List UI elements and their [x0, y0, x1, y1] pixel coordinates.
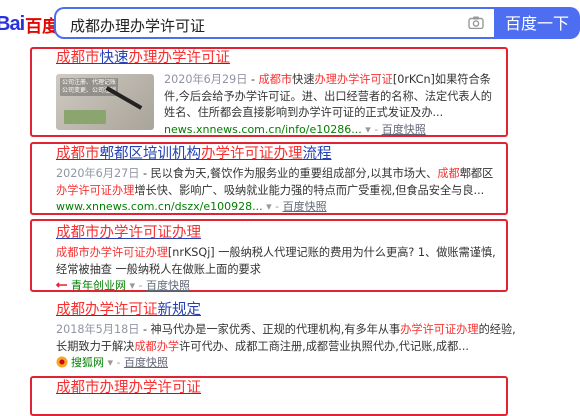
result-item: 成都市办理办学许可证: [56, 378, 502, 398]
logo-paw: Bai: [0, 12, 25, 35]
result-thumbnail[interactable]: 公司注册、代理记账 公司变更、公司注销: [56, 74, 154, 130]
result-title[interactable]: 成都市郫都区培训机构办学许可证办理流程: [56, 144, 502, 164]
search-button[interactable]: 百度一下: [494, 7, 580, 39]
result-item: 成都市郫都区培训机构办学许可证办理流程 2020年6月27日 - 民以食为天,餐…: [56, 144, 502, 215]
result-abstract-block: 2020年6月29日 - 成都市快速办理办学许可证[0rKCn]如果符合条件,今…: [164, 72, 498, 138]
result-source[interactable]: 搜狐网 ▾ - 百度快照: [56, 355, 526, 371]
snapshot-link[interactable]: 百度快照: [124, 356, 168, 369]
result-source[interactable]: 青年创业网 ▾ - 百度快照: [56, 278, 502, 294]
snapshot-link[interactable]: 百度快照: [146, 279, 190, 292]
header: Bai 百度 百度一下: [0, 0, 580, 46]
result-url[interactable]: news.xnnews.com.cn/info/e10286... ▾ - 百度…: [164, 122, 498, 138]
qingnian-logo-icon: [56, 282, 67, 288]
pen-icon: [105, 86, 143, 110]
result-abstract: 2020年6月29日 - 成都市快速办理办学许可证[0rKCn]如果符合条件,今…: [164, 73, 492, 119]
result-title[interactable]: 成都办学许可证新规定: [56, 300, 526, 320]
money-icon: [64, 110, 106, 124]
result-title[interactable]: 成都市快速办理办学许可证: [56, 48, 506, 68]
result-abstract: 成都市办学许可证办理[nrKSQj] 一般纳税人代理记账的费用为什么更高? 1、…: [56, 246, 496, 276]
snapshot-link[interactable]: 百度快照: [283, 200, 327, 213]
sohu-logo-icon: [56, 356, 68, 368]
result-url[interactable]: www.xnnews.com.cn/dszx/e100928... ▾ - 百度…: [56, 199, 502, 215]
result-item: 成都市办学许可证办理 成都市办学许可证办理[nrKSQj] 一般纳税人代理记账的…: [56, 223, 502, 294]
result-title[interactable]: 成都市办理办学许可证: [56, 378, 502, 398]
result-title[interactable]: 成都市办学许可证办理: [56, 223, 502, 243]
search-input[interactable]: [68, 15, 452, 35]
search-box[interactable]: [54, 7, 494, 39]
camera-icon[interactable]: [468, 16, 484, 29]
result-item: 成都办学许可证新规定 2018年5月18日 - 神马代办是一家优秀、正规的代理机…: [56, 300, 526, 371]
result-item: 成都市快速办理办学许可证: [56, 48, 506, 68]
result-abstract: 2018年5月18日 - 神马代办是一家优秀、正规的代理机构,有多年从事办学许可…: [56, 323, 516, 353]
result-abstract: 2020年6月27日 - 民以食为天,餐饮作为服务业的重要组成部分,以其市场大、…: [56, 167, 494, 197]
snapshot-link[interactable]: 百度快照: [382, 123, 426, 136]
baidu-logo[interactable]: Bai 百度: [0, 12, 59, 37]
